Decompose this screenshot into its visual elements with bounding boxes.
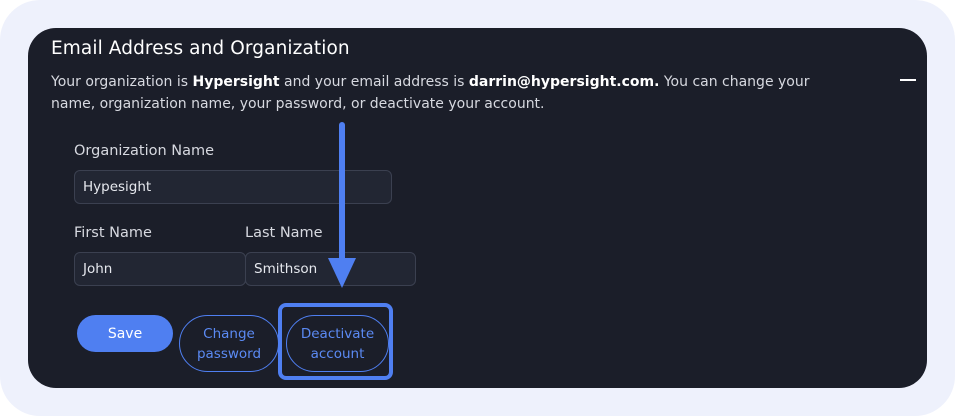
arrow-down-icon <box>328 122 356 288</box>
outer-frame: Email Address and Organization Your orga… <box>0 0 955 416</box>
settings-panel: Email Address and Organization Your orga… <box>28 28 927 388</box>
